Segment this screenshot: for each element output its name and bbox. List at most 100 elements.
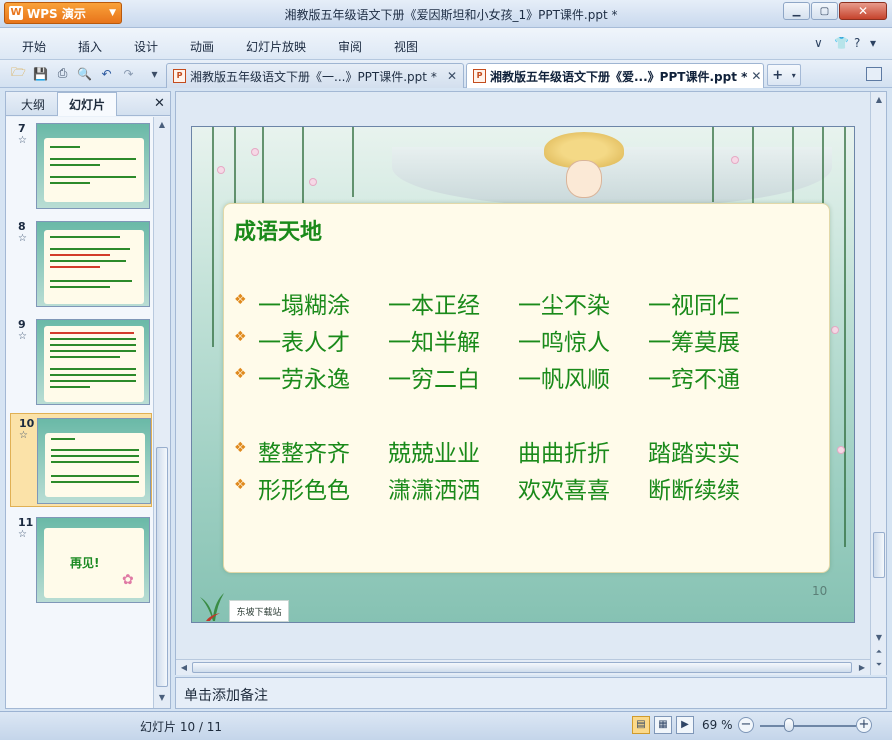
menu-animation[interactable]: 动画 xyxy=(190,38,214,55)
slide-counter: 幻灯片 10 / 11 xyxy=(140,720,223,734)
preview-line xyxy=(51,481,139,483)
menu-slideshow[interactable]: 幻灯片放映 xyxy=(246,38,306,55)
animation-star-icon: ☆ xyxy=(19,430,28,441)
close-window-button[interactable]: ✕ xyxy=(839,2,887,20)
document-tab-active[interactable]: P 湘教版五年级语文下册《爱...》PPT课件.ppt * ✕ xyxy=(466,63,764,88)
notes-pane[interactable]: 单击添加备注 xyxy=(175,677,887,709)
scroll-up-icon[interactable]: ▲ xyxy=(873,94,885,106)
print-preview-icon[interactable]: 🔍 xyxy=(76,65,93,82)
menu-home[interactable]: 开始 xyxy=(22,38,46,55)
scrollbar-thumb[interactable] xyxy=(156,447,168,687)
scroll-down-icon[interactable]: ▼ xyxy=(873,632,885,644)
new-tab-button[interactable]: + ▾ xyxy=(767,64,801,86)
preview-line xyxy=(51,449,139,451)
zoom-level: 69 % xyxy=(702,718,733,732)
preview-card xyxy=(45,433,145,497)
idiom-text: 一窍不通 xyxy=(648,367,740,393)
blossom-decoration xyxy=(732,157,738,163)
preview-card xyxy=(44,230,144,304)
scroll-up-icon[interactable]: ▲ xyxy=(156,119,168,131)
collapse-ribbon-icon[interactable]: ∨ xyxy=(814,36,823,50)
previous-slide-icon[interactable]: ⏶ xyxy=(873,646,885,658)
preview-line xyxy=(51,461,139,463)
girl-illustration xyxy=(544,132,624,202)
idiom-text: 一视同仁 xyxy=(648,293,740,319)
vertical-scrollbar[interactable]: ▲ ▼ ⏶ ⏷ xyxy=(870,92,886,675)
menu-review[interactable]: 审阅 xyxy=(338,38,362,55)
zoom-slider-track[interactable] xyxy=(760,725,856,727)
animation-star-icon: ☆ xyxy=(18,331,27,342)
preview-line xyxy=(50,164,100,166)
close-tab-icon[interactable]: ✕ xyxy=(447,69,457,83)
preview-line xyxy=(50,176,136,178)
zoom-out-button[interactable]: − xyxy=(738,717,754,733)
tab-slides[interactable]: 幻灯片 xyxy=(57,92,117,116)
scroll-down-icon[interactable]: ▼ xyxy=(156,692,168,704)
idiom-text: 一筹莫展 xyxy=(648,330,740,356)
notes-placeholder: 单击添加备注 xyxy=(184,688,268,704)
next-slide-icon[interactable]: ⏷ xyxy=(873,659,885,671)
vine-decoration xyxy=(844,127,846,547)
menu-view[interactable]: 视图 xyxy=(394,38,418,55)
slide-preview xyxy=(37,418,151,504)
open-folder-icon[interactable]: 🗁 xyxy=(10,65,27,82)
blossom-decoration xyxy=(252,149,258,155)
zoom-slider-handle[interactable] xyxy=(784,718,794,732)
animation-star-icon: ☆ xyxy=(18,135,27,146)
preview-line xyxy=(50,350,136,352)
horizontal-scrollbar[interactable]: ◀ ▶ xyxy=(176,659,870,675)
slideshow-view-icon[interactable]: ▶ xyxy=(676,716,694,734)
slide-number: 10 xyxy=(19,417,35,430)
redo-icon[interactable]: ↷ xyxy=(120,65,137,82)
skin-icon[interactable]: 👕 xyxy=(834,36,849,50)
zoom-in-button[interactable]: + xyxy=(856,717,872,733)
preview-line xyxy=(50,356,120,358)
animation-star-icon: ☆ xyxy=(18,233,27,244)
preview-line xyxy=(50,344,136,346)
scrollbar-thumb[interactable] xyxy=(873,532,885,578)
slide-thumbnail-9[interactable]: 9 ☆ xyxy=(10,315,152,411)
wps-app-menu-button[interactable]: W WPS 演示 ▼ xyxy=(4,2,122,24)
help-dropdown-icon[interactable]: ▾ xyxy=(870,36,876,50)
thumbnail-scrollbar[interactable]: ▲ ▼ xyxy=(153,117,170,708)
undo-icon[interactable]: ↶ xyxy=(98,65,115,82)
menu-design[interactable]: 设计 xyxy=(134,38,158,55)
tab-outline[interactable]: 大纲 xyxy=(10,92,56,116)
print-icon[interactable]: ⎙ xyxy=(54,65,71,82)
slide-thumbnail-11[interactable]: 11 ☆ 再见! ✿ xyxy=(10,513,152,609)
scrollbar-thumb[interactable] xyxy=(192,662,852,673)
slide-thumbnail-8[interactable]: 8 ☆ xyxy=(10,217,152,313)
animation-star-icon: ☆ xyxy=(18,529,27,540)
close-tab-icon[interactable]: ✕ xyxy=(751,69,761,83)
vine-decoration xyxy=(352,127,354,197)
idiom-text: 整整齐齐 xyxy=(258,441,350,467)
slide-thumbnail-7[interactable]: 7 ☆ xyxy=(10,119,152,215)
preview-line xyxy=(51,475,139,477)
footer-logo: 东坡下载站 xyxy=(229,600,289,622)
idiom-text: 一本正经 xyxy=(388,293,480,319)
current-slide[interactable]: 成语天地 一塌糊涂 一本正经 一尘不染 一视同仁 一表人才 一知半解 一鸣惊人 … xyxy=(191,126,855,623)
idiom-row: 整整齐齐 兢兢业业 曲曲折折 踏踏实实 xyxy=(234,436,778,467)
save-icon[interactable]: 💾 xyxy=(32,65,49,82)
customize-toolbar-icon[interactable]: ▾ xyxy=(146,65,163,82)
normal-view-icon[interactable]: ▤ xyxy=(632,716,650,734)
scroll-left-icon[interactable]: ◀ xyxy=(178,662,190,674)
content-box[interactable]: 成语天地 一塌糊涂 一本正经 一尘不染 一视同仁 一表人才 一知半解 一鸣惊人 … xyxy=(223,203,830,573)
slide-thumbnail-10[interactable]: 10 ☆ xyxy=(10,413,152,507)
document-tab-label: 湘教版五年级语文下册《一...》PPT课件.ppt * xyxy=(190,69,437,84)
idiom-text: 一帆风顺 xyxy=(518,367,610,393)
help-icon[interactable]: ? xyxy=(854,36,860,50)
menu-insert[interactable]: 插入 xyxy=(78,38,102,55)
task-pane-toggle-icon[interactable] xyxy=(866,67,882,81)
idiom-text: 形形色色 xyxy=(258,478,350,504)
maximize-button[interactable]: ▢ xyxy=(811,2,838,20)
scroll-right-icon[interactable]: ▶ xyxy=(856,662,868,674)
minimize-button[interactable]: ▁ xyxy=(783,2,810,20)
preview-line xyxy=(50,380,136,382)
ppt-file-icon: P xyxy=(473,69,486,83)
close-panel-icon[interactable]: ✕ xyxy=(154,96,165,111)
slide-sorter-view-icon[interactable]: ▦ xyxy=(654,716,672,734)
idiom-row: 一塌糊涂 一本正经 一尘不染 一视同仁 xyxy=(234,288,778,319)
preview-line xyxy=(51,455,139,457)
document-tab-inactive[interactable]: P 湘教版五年级语文下册《一...》PPT课件.ppt * ✕ xyxy=(166,63,464,88)
